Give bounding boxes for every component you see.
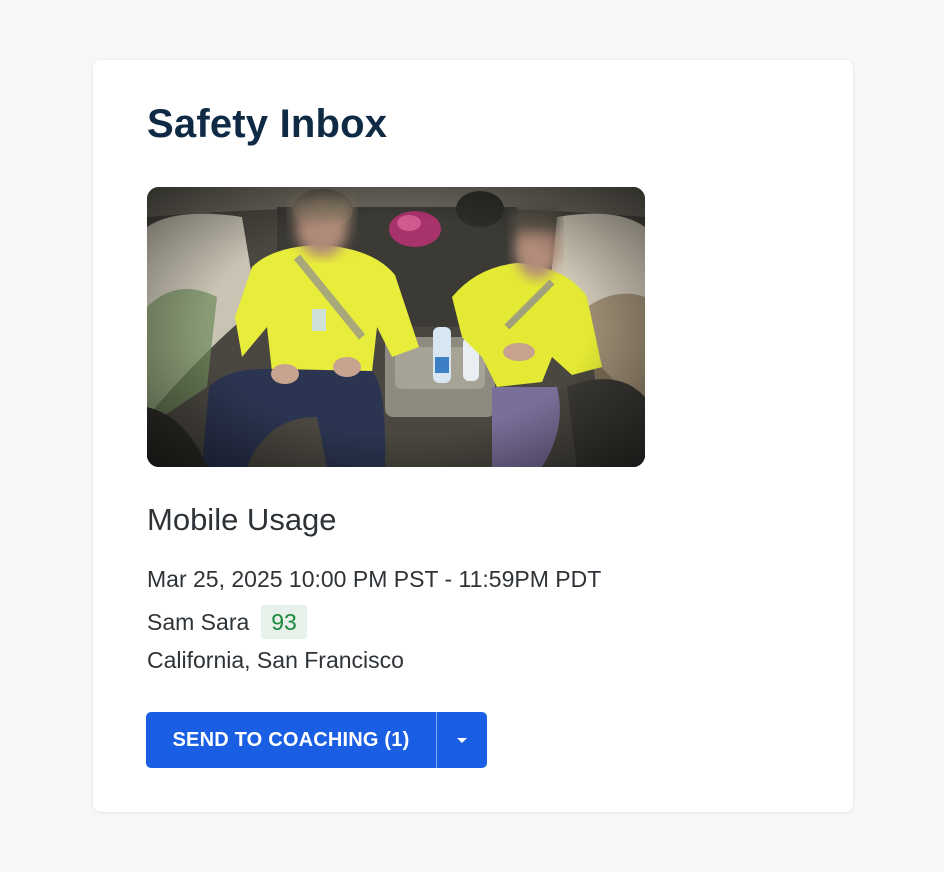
driver-row: Sam Sara 93 [147,604,307,640]
event-time-range: Mar 25, 2025 10:00 PM PST - 11:59PM PDT [147,566,602,592]
safety-event-card: Safety Inbox Mobile Usage Mar 25, 2025 1… [93,60,853,812]
event-location: California, San Francisco [147,647,404,673]
driver-name[interactable]: Sam Sara [147,606,249,638]
send-to-coaching-button[interactable]: SEND TO COACHING (1) [146,712,436,768]
page-title: Safety Inbox [147,102,388,146]
send-to-coaching-button-group: SEND TO COACHING (1) [146,712,487,768]
coaching-options-dropdown-button[interactable] [437,712,487,768]
safety-score-badge: 93 [261,605,307,639]
chevron-down-icon [457,737,467,743]
event-type: Mobile Usage [147,502,337,537]
event-video-thumbnail[interactable] [147,187,645,467]
